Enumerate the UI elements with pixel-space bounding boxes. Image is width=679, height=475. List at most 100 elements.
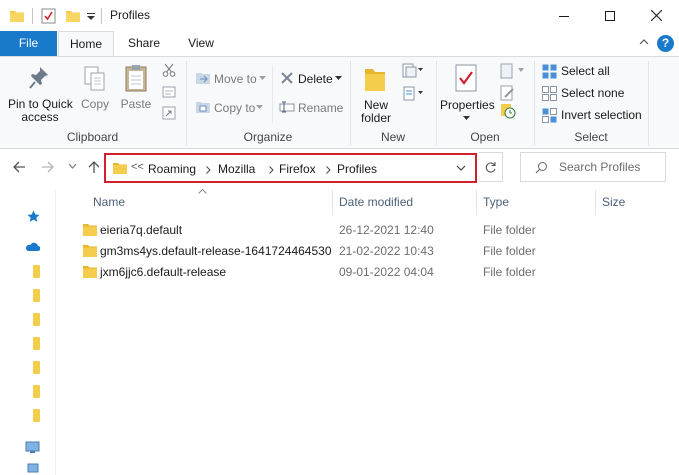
- ribbon: Pin to Quick access Copy Paste Clipboard…: [0, 56, 679, 149]
- breadcrumb-separator-icon[interactable]: [326, 166, 331, 174]
- up-arrow-icon[interactable]: [87, 160, 101, 174]
- file-name: eieria7q.default: [100, 223, 183, 237]
- refresh-button[interactable]: [479, 152, 503, 182]
- copy-label: Copy: [80, 97, 109, 111]
- column-header-type[interactable]: Type: [483, 194, 509, 216]
- chevron-up-icon[interactable]: [638, 36, 650, 48]
- copy-path-icon[interactable]: [162, 85, 176, 99]
- recent-locations-icon[interactable]: [68, 163, 77, 170]
- maximize-button[interactable]: [587, 0, 633, 31]
- minimize-button[interactable]: [541, 0, 587, 31]
- address-bar[interactable]: << Roaming Mozilla Firefox Profiles: [104, 153, 477, 183]
- column-header-name[interactable]: Name: [93, 194, 125, 216]
- tab-share[interactable]: Share: [114, 31, 174, 56]
- select-all-icon: [542, 64, 557, 79]
- folder-icon[interactable]: [33, 313, 40, 326]
- column-header-size[interactable]: Size: [602, 194, 625, 216]
- paste-shortcut-icon[interactable]: [162, 106, 176, 120]
- chevron-down-icon: [256, 105, 263, 109]
- organize-group-label: Organize: [243, 130, 293, 144]
- help-icon[interactable]: ?: [657, 35, 674, 52]
- breadcrumb-profiles[interactable]: Profiles: [337, 162, 377, 176]
- column-header-date-modified[interactable]: Date modified: [339, 194, 413, 216]
- move-to-label: Move to: [214, 72, 257, 86]
- window-title: Profiles: [110, 8, 151, 22]
- maximize-icon: [605, 10, 615, 21]
- file-row[interactable]: gm3ms4ys.default-release-1641724464530 2…: [77, 241, 637, 262]
- select-group-label: Select: [574, 130, 608, 144]
- divider[interactable]: [595, 190, 596, 215]
- quick-access-icon[interactable]: [27, 210, 40, 223]
- file-date: 26-12-2021 12:40: [339, 223, 434, 237]
- tab-file[interactable]: File: [0, 31, 57, 56]
- file-type: File folder: [483, 223, 536, 237]
- minimize-icon: [559, 15, 569, 17]
- this-pc-icon[interactable]: [25, 441, 40, 454]
- folder-icon: [83, 266, 97, 278]
- folder-icon[interactable]: [33, 361, 40, 374]
- search-input[interactable]: Search Profiles: [520, 152, 666, 182]
- invert-selection-label: Invert selection: [561, 108, 642, 122]
- back-arrow-icon[interactable]: [12, 160, 26, 174]
- chevron-down-icon[interactable]: [456, 165, 466, 172]
- breadcrumb-overflow[interactable]: <<: [131, 161, 144, 173]
- breadcrumb-mozilla[interactable]: Mozilla: [218, 162, 255, 176]
- file-row[interactable]: jxm6jjc6.default-release 09-01-2022 04:0…: [77, 262, 637, 283]
- rename-icon: [279, 101, 295, 113]
- easy-access-icon[interactable]: [402, 86, 424, 102]
- divider: [272, 65, 273, 123]
- edit-icon[interactable]: [500, 85, 516, 101]
- cut-icon[interactable]: [162, 63, 176, 77]
- network-icon[interactable]: [27, 463, 39, 473]
- divider[interactable]: [332, 190, 333, 215]
- select-none-label: Select none: [561, 86, 625, 100]
- properties-label: Properties: [440, 98, 495, 112]
- divider: [648, 61, 649, 145]
- breadcrumb-roaming[interactable]: Roaming: [148, 162, 196, 176]
- customize-toolbar-icon[interactable]: [86, 8, 96, 24]
- search-icon: [535, 162, 547, 174]
- chevron-down-icon: [335, 76, 342, 80]
- pin-label-line2: access: [21, 110, 59, 124]
- clipboard-group-label: Clipboard: [66, 130, 119, 144]
- clipboard-icon: [125, 65, 147, 92]
- pin-icon: [29, 67, 48, 89]
- select-none-icon: [542, 86, 557, 101]
- delete-icon: [281, 72, 293, 84]
- sort-ascending-icon: [198, 186, 207, 196]
- folder-icon: [10, 11, 24, 22]
- new-folder-label-line2: folder: [360, 111, 392, 125]
- new-item-icon[interactable]: [402, 63, 424, 79]
- search-placeholder: Search Profiles: [559, 160, 641, 174]
- breadcrumb-firefox[interactable]: Firefox: [279, 162, 316, 176]
- folder-icon[interactable]: [33, 409, 40, 422]
- divider[interactable]: [476, 190, 477, 215]
- file-type: File folder: [483, 244, 536, 258]
- divider: [101, 8, 102, 24]
- breadcrumb-separator-icon[interactable]: [206, 166, 211, 174]
- history-icon[interactable]: [500, 103, 516, 119]
- folder-icon[interactable]: [33, 289, 40, 302]
- new-folder-icon[interactable]: [65, 8, 81, 24]
- folder-icon[interactable]: [33, 265, 40, 278]
- forward-arrow-icon[interactable]: [41, 160, 55, 174]
- file-row[interactable]: eieria7q.default 26-12-2021 12:40 File f…: [77, 220, 637, 241]
- folder-icon: [83, 224, 97, 236]
- folder-icon[interactable]: [33, 385, 40, 398]
- tab-view[interactable]: View: [174, 31, 228, 56]
- breadcrumb-separator-icon[interactable]: [269, 166, 274, 174]
- folder-icon[interactable]: [33, 337, 40, 350]
- properties-icon[interactable]: [41, 8, 56, 24]
- delete-label: Delete: [298, 72, 333, 86]
- file-name: jxm6jjc6.default-release: [100, 265, 227, 279]
- onedrive-icon[interactable]: [24, 242, 40, 252]
- tab-home[interactable]: Home: [58, 31, 114, 57]
- open-icon[interactable]: [500, 63, 526, 79]
- close-button[interactable]: [633, 0, 679, 31]
- refresh-icon: [485, 161, 496, 173]
- copy-icon: [84, 66, 105, 91]
- select-all-label: Select all: [561, 64, 610, 78]
- navigation-pane[interactable]: [0, 190, 56, 475]
- copy-to-label: Copy to: [214, 101, 256, 115]
- chevron-down-icon: [463, 116, 470, 120]
